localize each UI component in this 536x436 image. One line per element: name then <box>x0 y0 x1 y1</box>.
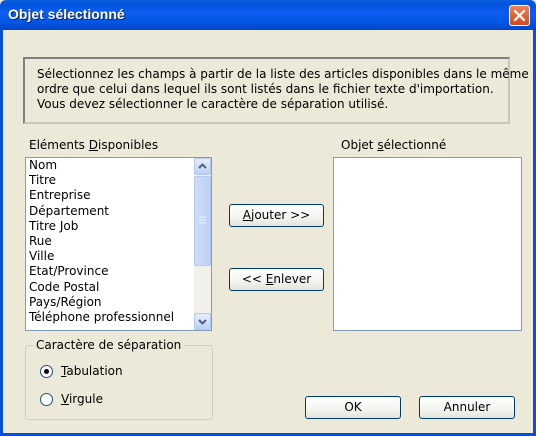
list-item[interactable]: Titre Job <box>29 219 78 234</box>
instructions-line-2: ordre que celui dans lequel ils sont lis… <box>37 82 494 96</box>
list-item[interactable]: Téléphone professionnel <box>29 310 174 325</box>
list-item[interactable]: Titre <box>29 173 56 188</box>
ok-button[interactable]: OK <box>305 396 401 419</box>
list-item[interactable]: Entreprise <box>29 188 90 203</box>
cancel-button[interactable]: Annuler <box>419 396 515 419</box>
comma-label[interactable]: Virgule <box>61 392 103 406</box>
selected-object-list[interactable] <box>333 157 522 331</box>
close-button[interactable] <box>509 5 530 26</box>
available-elements-label: Eléments Disponibles <box>29 138 159 152</box>
dialog-window: Objet sélectionné Sélectionnez les champ… <box>0 0 536 436</box>
add-button[interactable]: Ajouter >> <box>229 204 324 227</box>
comma-radio[interactable] <box>40 393 53 406</box>
tabulation-radio[interactable] <box>40 365 53 378</box>
list-item[interactable]: Etat/Province <box>29 264 108 279</box>
tabulation-label[interactable]: Tabulation <box>61 364 123 378</box>
scroll-thumb[interactable] <box>194 176 211 266</box>
list-item[interactable]: Pays/Région <box>29 295 102 310</box>
scroll-up-button[interactable] <box>194 158 211 175</box>
radio-selected-dot <box>44 369 49 374</box>
title-bar[interactable]: Objet sélectionné <box>0 0 536 30</box>
separator-group-title: Caractère de séparation <box>33 338 185 352</box>
chevron-up-icon <box>198 163 207 169</box>
instructions-line-3: Vous devez sélectionner le caractère de … <box>37 97 389 111</box>
selected-object-label: Objet sélectionné <box>341 138 447 152</box>
list-item[interactable]: Code Postal <box>29 280 99 295</box>
chevron-down-icon <box>198 319 207 325</box>
close-icon <box>513 9 526 22</box>
list-item[interactable]: Nom <box>29 158 57 173</box>
available-list-scrollbar[interactable] <box>194 158 211 330</box>
available-elements-list[interactable]: Nom Titre Entreprise Département Titre Job Ru… <box>25 157 212 331</box>
grip-icon <box>199 216 206 224</box>
list-item[interactable]: Ville <box>29 249 54 264</box>
instructions-box: Sélectionnez les champs à partir de la l… <box>23 57 529 124</box>
separator-groupbox <box>25 345 213 420</box>
scroll-down-button[interactable] <box>194 313 211 330</box>
list-item[interactable]: Département <box>29 204 109 219</box>
remove-button[interactable]: << Enlever <box>229 268 324 291</box>
instructions-line-1: Sélectionnez les champs à partir de la l… <box>37 67 529 81</box>
window-title: Objet sélectionné <box>8 6 125 22</box>
list-item[interactable]: Rue <box>29 234 52 249</box>
